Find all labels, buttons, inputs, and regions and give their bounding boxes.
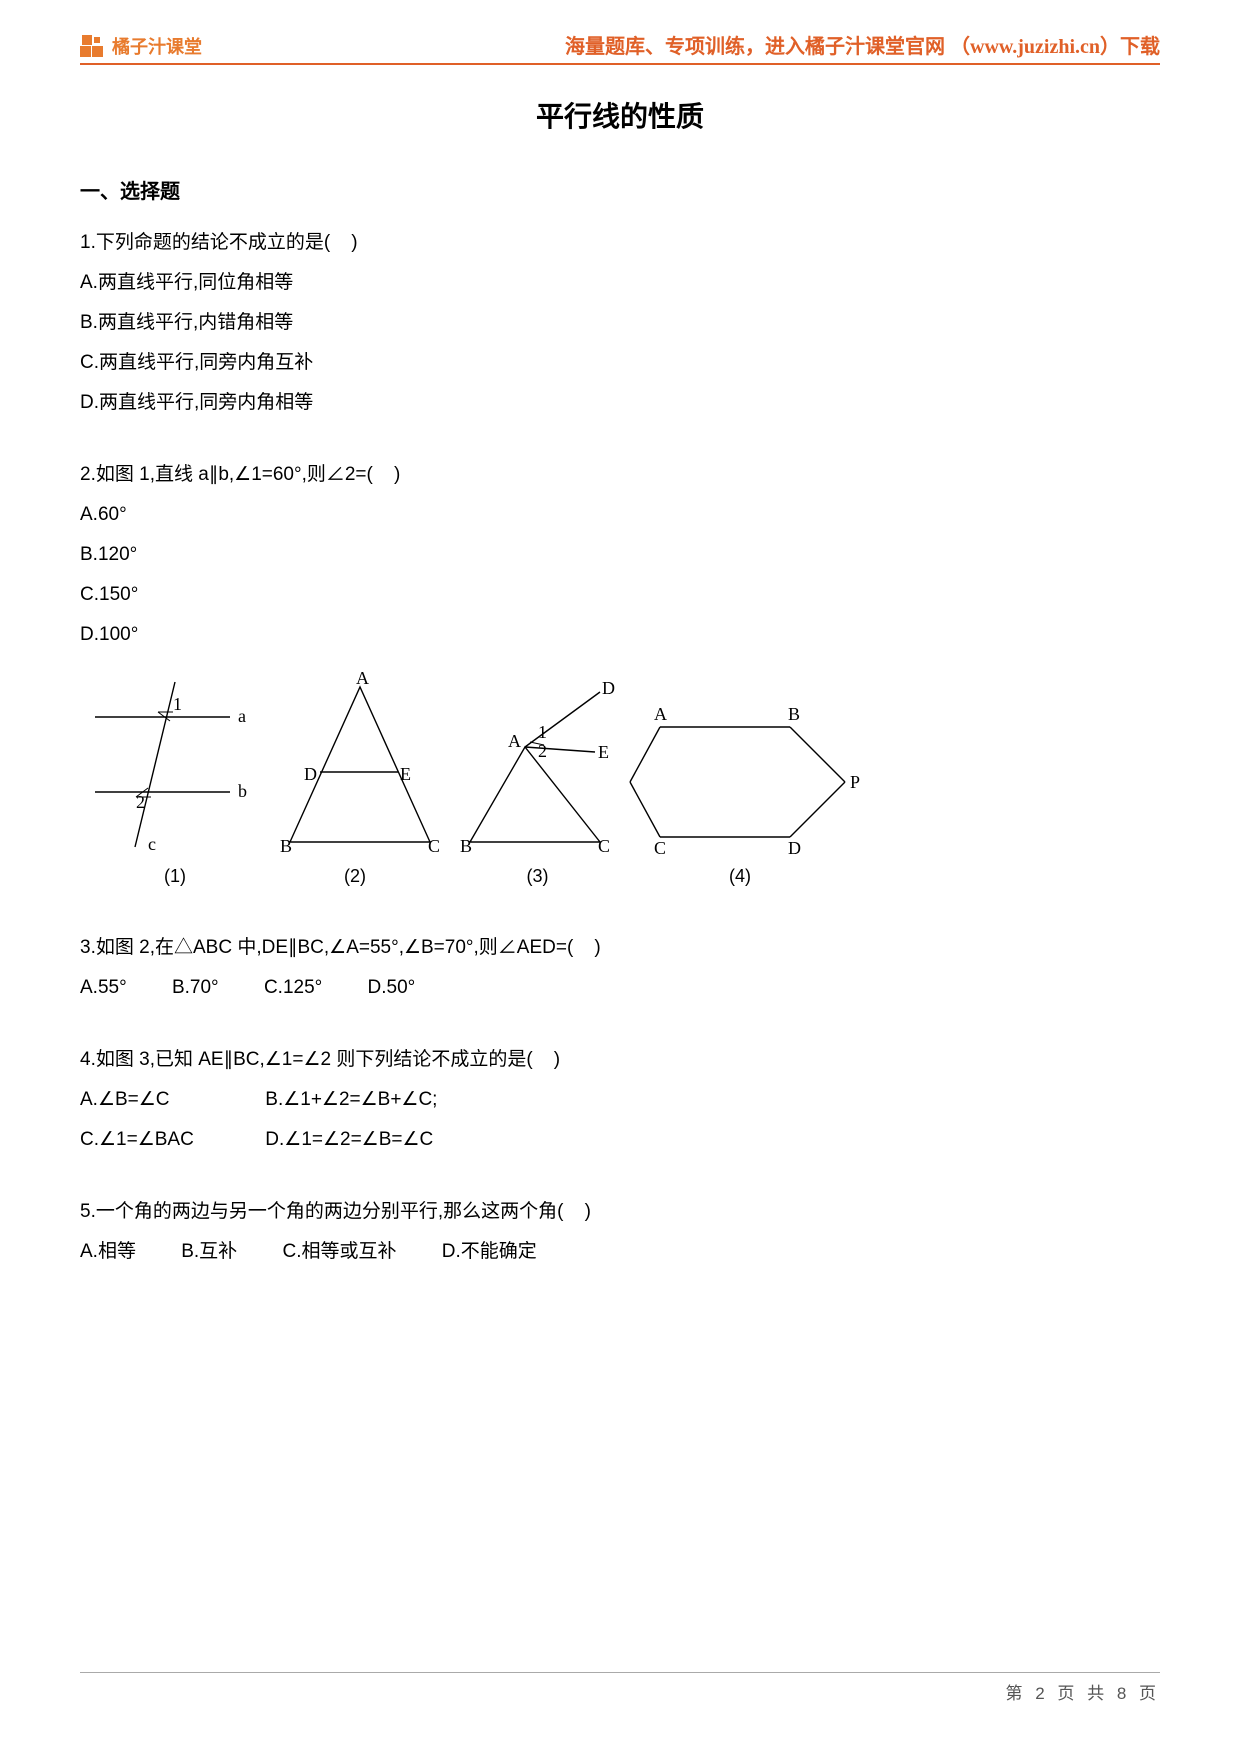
q4-option-b: B.∠1+∠2=∠B+∠C; bbox=[265, 1089, 437, 1110]
q4-stem: 4.如图 3,已知 AE∥BC,∠1=∠2 则下列结论不成立的是( ) bbox=[80, 1041, 1160, 1079]
q4-option-a: A.∠B=∠C bbox=[80, 1081, 220, 1119]
q1-option-c: C.两直线平行,同旁内角互补 bbox=[80, 344, 1160, 382]
q3-option-c: C.125° bbox=[264, 977, 322, 998]
q5-option-c: C.相等或互补 bbox=[282, 1241, 396, 1262]
q5-option-d: D.不能确定 bbox=[442, 1241, 537, 1262]
fig4-C: C bbox=[654, 838, 666, 858]
fig-label-4: (4) bbox=[625, 866, 855, 887]
q1-stem: 1.下列命题的结论不成立的是( ) bbox=[80, 224, 1160, 262]
fig2-B: B bbox=[280, 836, 292, 856]
q1-option-a: A.两直线平行,同位角相等 bbox=[80, 264, 1160, 302]
logo-block: 橘子汁课堂 bbox=[80, 33, 202, 59]
fig-label-3: (3) bbox=[450, 866, 625, 887]
q5-option-b: B.互补 bbox=[181, 1241, 237, 1262]
fig1-angle-2: 2 bbox=[136, 792, 145, 812]
page-title: 平行线的性质 bbox=[80, 95, 1160, 135]
fig-label-2: (2) bbox=[260, 866, 450, 887]
fig3-D: D bbox=[602, 678, 615, 698]
fig4-P: P bbox=[850, 772, 860, 792]
q5-option-a: A.相等 bbox=[80, 1241, 136, 1262]
fig1-angle-1: 1 bbox=[173, 694, 182, 714]
fig3-angle-1: 1 bbox=[538, 722, 547, 742]
q3-options: A.55° B.70° C.125° D.50° bbox=[80, 969, 1160, 1007]
fig3-B: B bbox=[460, 836, 472, 856]
q4-options-row1: A.∠B=∠C B.∠1+∠2=∠B+∠C; bbox=[80, 1081, 1160, 1119]
fig2-A: A bbox=[356, 672, 369, 688]
figures-svg: a b c 1 2 A B C D bbox=[80, 672, 860, 862]
q2-option-d: D.100° bbox=[80, 616, 1160, 654]
fig2-E: E bbox=[400, 764, 411, 784]
q2-option-c: C.150° bbox=[80, 576, 1160, 614]
fig3-A: A bbox=[508, 731, 521, 751]
q4-option-d: D.∠1=∠2=∠B=∠C bbox=[265, 1129, 433, 1150]
q1-option-b: B.两直线平行,内错角相等 bbox=[80, 304, 1160, 342]
fig2-C: C bbox=[428, 836, 440, 856]
q4-option-c: C.∠1=∠BAC bbox=[80, 1121, 220, 1159]
fig1-label-b: b bbox=[238, 781, 247, 801]
fig3-C: C bbox=[598, 836, 610, 856]
q5-options: A.相等 B.互补 C.相等或互补 D.不能确定 bbox=[80, 1233, 1160, 1271]
q5-stem: 5.一个角的两边与另一个角的两边分别平行,那么这两个角( ) bbox=[80, 1193, 1160, 1231]
fig3-E: E bbox=[598, 742, 609, 762]
q3-option-d: D.50° bbox=[368, 977, 416, 998]
logo-text: 橘子汁课堂 bbox=[112, 33, 202, 59]
page-footer: 第 2 页 共 8 页 bbox=[80, 1672, 1160, 1704]
q4-options-row2: C.∠1=∠BAC D.∠1=∠2=∠B=∠C bbox=[80, 1121, 1160, 1159]
q2-option-b: B.120° bbox=[80, 536, 1160, 574]
q2-stem: 2.如图 1,直线 a∥b,∠1=60°,则∠2=( ) bbox=[80, 456, 1160, 494]
figures-block: a b c 1 2 A B C D bbox=[80, 672, 1160, 887]
fig1-label-c: c bbox=[148, 834, 156, 854]
q1-option-d: D.两直线平行,同旁内角相等 bbox=[80, 384, 1160, 422]
q3-option-b: B.70° bbox=[172, 977, 219, 998]
fig4-D: D bbox=[788, 838, 801, 858]
q2-option-a: A.60° bbox=[80, 496, 1160, 534]
fig1-label-a: a bbox=[238, 706, 246, 726]
fig4-B: B bbox=[788, 704, 800, 724]
section-header: 一、选择题 bbox=[80, 175, 1160, 204]
fig2-D: D bbox=[304, 764, 317, 784]
fig4-A: A bbox=[654, 704, 667, 724]
page-header: 橘子汁课堂 海量题库、专项训练，进入橘子汁课堂官网 （www.juzizhi.c… bbox=[80, 30, 1160, 65]
logo-icon bbox=[80, 33, 106, 59]
q3-option-a: A.55° bbox=[80, 977, 127, 998]
q3-stem: 3.如图 2,在△ABC 中,DE∥BC,∠A=55°,∠B=70°,则∠AED… bbox=[80, 929, 1160, 967]
header-tagline: 海量题库、专项训练，进入橘子汁课堂官网 （www.juzizhi.cn）下载 bbox=[565, 30, 1160, 59]
fig-label-1: (1) bbox=[90, 866, 260, 887]
figure-numbers: (1) (2) (3) (4) bbox=[90, 866, 1160, 887]
